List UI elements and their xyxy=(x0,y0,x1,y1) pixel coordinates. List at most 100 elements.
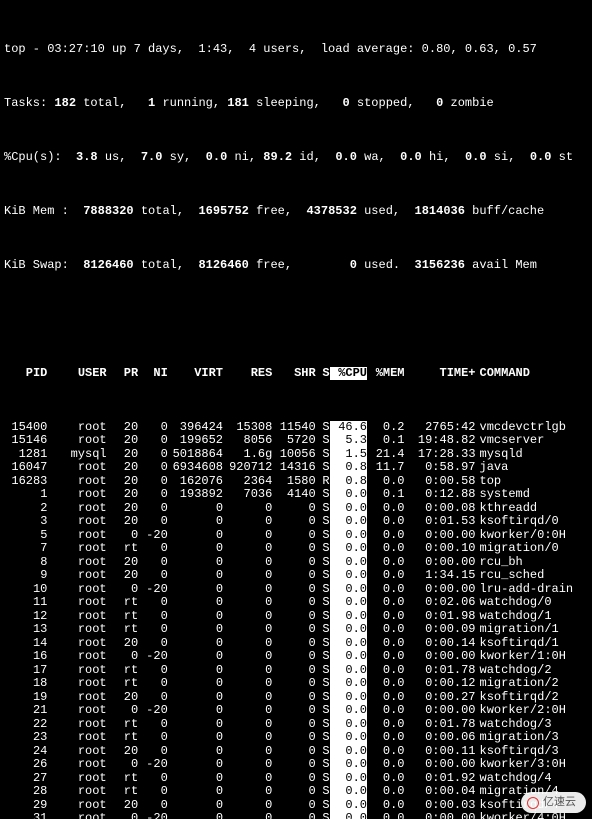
cell-ni: 0 xyxy=(138,799,168,813)
top-summary-cpu: %Cpu(s): 3.8 us, 7.0 sy, 0.0 ni, 89.2 id… xyxy=(4,151,588,165)
cell-shr: 0 xyxy=(272,529,315,543)
cell-virt: 0 xyxy=(168,785,223,799)
cell-res: 0 xyxy=(223,718,272,732)
process-row: 29root200000S0.00.00:00.03ksoftirqd/4 xyxy=(4,799,588,813)
cell-pid: 31 xyxy=(4,812,47,819)
cell-mem: 0.0 xyxy=(367,542,404,556)
cell-pid: 16 xyxy=(4,650,47,664)
cell-user: root xyxy=(47,637,106,651)
cell-res: 0 xyxy=(223,758,272,772)
cell-cmd: kworker/3:0H xyxy=(476,758,589,772)
cell-user: root xyxy=(47,704,106,718)
cell-pr: rt xyxy=(107,731,139,745)
cell-pid: 26 xyxy=(4,758,47,772)
cell-shr: 1580 xyxy=(272,475,315,489)
cell-virt: 0 xyxy=(168,596,223,610)
cell-pid: 19 xyxy=(4,691,47,705)
cell-virt: 0 xyxy=(168,515,223,529)
cell-pid: 16047 xyxy=(4,461,47,475)
cell-cpu: 0.0 xyxy=(330,583,367,597)
cell-time: 0:00.03 xyxy=(405,799,476,813)
cell-s: S xyxy=(316,718,330,732)
cell-s: S xyxy=(316,812,330,819)
cell-pid: 13 xyxy=(4,623,47,637)
cell-mem: 0.0 xyxy=(367,596,404,610)
cell-virt: 0 xyxy=(168,731,223,745)
col-command: COMMAND xyxy=(476,367,589,381)
cell-cmd: rcu_bh xyxy=(476,556,589,570)
cell-cpu: 0.0 xyxy=(330,745,367,759)
cell-mem: 0.0 xyxy=(367,623,404,637)
cell-ni: 0 xyxy=(138,691,168,705)
cell-user: root xyxy=(47,515,106,529)
cell-cpu: 0.0 xyxy=(330,664,367,678)
cell-pr: 0 xyxy=(107,650,139,664)
cell-s: S xyxy=(316,623,330,637)
cell-mem: 0.2 xyxy=(367,421,404,435)
cell-time: 0:01.78 xyxy=(405,664,476,678)
cell-cpu: 0.0 xyxy=(330,691,367,705)
cell-cmd: ksoftirqd/0 xyxy=(476,515,589,529)
cell-pr: rt xyxy=(107,677,139,691)
cell-pr: 20 xyxy=(107,569,139,583)
cell-mem: 0.0 xyxy=(367,772,404,786)
cell-mem: 0.0 xyxy=(367,515,404,529)
cell-virt: 0 xyxy=(168,677,223,691)
cell-time: 0:00.27 xyxy=(405,691,476,705)
process-row: 28rootrt0000S0.00.00:00.04migration/4 xyxy=(4,785,588,799)
cell-ni: 0 xyxy=(138,623,168,637)
cell-mem: 11.7 xyxy=(367,461,404,475)
cell-shr: 0 xyxy=(272,623,315,637)
cell-s: S xyxy=(316,596,330,610)
cell-pid: 1 xyxy=(4,488,47,502)
process-row: 10root0-20000S0.00.00:00.00lru-add-drain xyxy=(4,583,588,597)
cell-mem: 0.0 xyxy=(367,502,404,516)
cell-pr: 0 xyxy=(107,704,139,718)
process-row: 9root200000S0.00.01:34.15rcu_sched xyxy=(4,569,588,583)
cell-pid: 2 xyxy=(4,502,47,516)
cell-cpu: 0.0 xyxy=(330,515,367,529)
cell-ni: 0 xyxy=(138,745,168,759)
terminal-output[interactable]: top - 03:27:10 up 7 days, 1:43, 4 users,… xyxy=(0,0,592,819)
cell-ni: -20 xyxy=(138,812,168,819)
cell-user: root xyxy=(47,718,106,732)
cell-time: 0:00.00 xyxy=(405,556,476,570)
cell-ni: -20 xyxy=(138,650,168,664)
cell-cpu: 0.0 xyxy=(330,637,367,651)
process-row: 15400root2003964241530811540S46.60.22765… xyxy=(4,421,588,435)
cell-shr: 0 xyxy=(272,785,315,799)
cell-cpu: 0.0 xyxy=(330,502,367,516)
cell-res: 0 xyxy=(223,677,272,691)
cell-virt: 199652 xyxy=(168,434,223,448)
cell-time: 0:00.10 xyxy=(405,542,476,556)
cell-pid: 29 xyxy=(4,799,47,813)
cell-time: 0:00.09 xyxy=(405,623,476,637)
process-row: 2root200000S0.00.00:00.08kthreadd xyxy=(4,502,588,516)
cell-res: 0 xyxy=(223,542,272,556)
cell-s: S xyxy=(316,650,330,664)
cell-time: 0:00.04 xyxy=(405,785,476,799)
cell-pid: 17 xyxy=(4,664,47,678)
cell-cmd: ksoftirqd/3 xyxy=(476,745,589,759)
cell-cmd: top xyxy=(476,475,589,489)
cell-time: 0:12.88 xyxy=(405,488,476,502)
process-row: 11rootrt0000S0.00.00:02.06watchdog/0 xyxy=(4,596,588,610)
cell-mem: 21.4 xyxy=(367,448,404,462)
cell-shr: 0 xyxy=(272,556,315,570)
cell-res: 0 xyxy=(223,799,272,813)
cell-res: 0 xyxy=(223,569,272,583)
col-s: S xyxy=(316,367,330,381)
cell-pr: rt xyxy=(107,596,139,610)
cell-virt: 0 xyxy=(168,556,223,570)
cell-user: root xyxy=(47,475,106,489)
cell-shr: 0 xyxy=(272,677,315,691)
cell-pid: 9 xyxy=(4,569,47,583)
cell-pr: 20 xyxy=(107,515,139,529)
cell-virt: 0 xyxy=(168,502,223,516)
col-ni: NI xyxy=(138,367,168,381)
cell-virt: 0 xyxy=(168,529,223,543)
cell-mem: 0.0 xyxy=(367,745,404,759)
process-row: 23rootrt0000S0.00.00:00.06migration/3 xyxy=(4,731,588,745)
cell-pr: 20 xyxy=(107,637,139,651)
cell-mem: 0.0 xyxy=(367,691,404,705)
